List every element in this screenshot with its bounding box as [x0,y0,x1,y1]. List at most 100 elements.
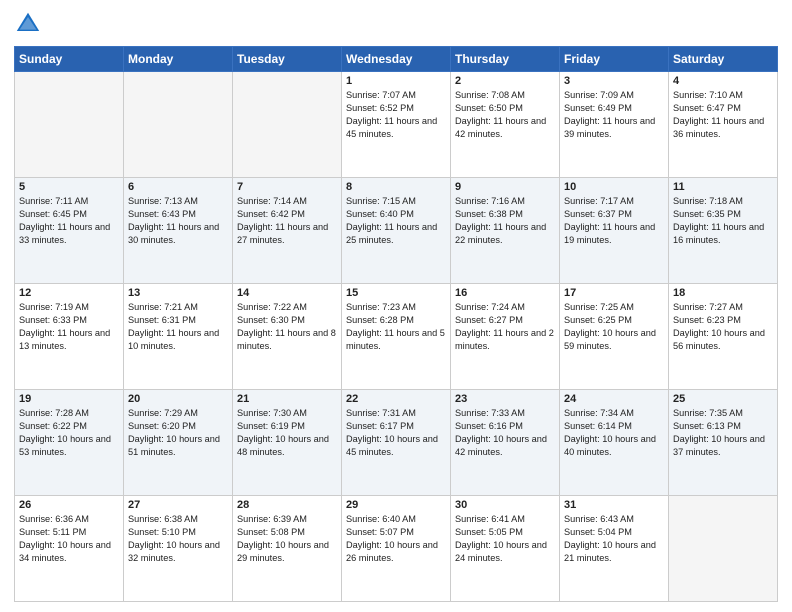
day-info: Sunrise: 7:13 AM Sunset: 6:43 PM Dayligh… [128,195,228,247]
day-number: 12 [19,287,119,299]
day-number: 9 [455,181,555,193]
week-row-1: 1Sunrise: 7:07 AM Sunset: 6:52 PM Daylig… [15,72,778,178]
day-info: Sunrise: 7:09 AM Sunset: 6:49 PM Dayligh… [564,89,664,141]
day-cell-6: 6 Sunrise: 7:13 AM Sunset: 6:43 PM Daylig… [124,178,233,284]
day-number: 29 [346,499,446,511]
day-cell-15: 15 Sunrise: 7:23 AM Sunset: 6:28 PM Dayli… [342,284,451,390]
day-cell-23: 23 Sunrise: 7:33 AM Sunset: 6:16 PM Dayli… [451,390,560,496]
day-cell-18: 18 Sunrise: 7:27 AM Sunset: 6:23 PM Dayli… [669,284,778,390]
day-cell-2: 2Sunrise: 7:08 AM Sunset: 6:50 PM Daylig… [451,72,560,178]
day-cell-30: 30 Sunrise: 6:41 AM Sunset: 5:05 PM Dayli… [451,496,560,602]
day-info: Sunrise: 7:08 AM Sunset: 6:50 PM Dayligh… [455,89,555,141]
day-info: Sunrise: 7:34 AM Sunset: 6:14 PM Dayligh… [564,407,664,459]
day-cell-1: 1Sunrise: 7:07 AM Sunset: 6:52 PM Daylig… [342,72,451,178]
day-cell-31: 31 Sunrise: 6:43 AM Sunset: 5:04 PM Dayli… [560,496,669,602]
day-info: Sunrise: 7:35 AM Sunset: 6:13 PM Dayligh… [673,407,773,459]
day-number: 16 [455,287,555,299]
day-info: Sunrise: 7:27 AM Sunset: 6:23 PM Dayligh… [673,301,773,353]
day-number: 30 [455,499,555,511]
weekday-header-tuesday: Tuesday [233,47,342,72]
day-cell-20: 20 Sunrise: 7:29 AM Sunset: 6:20 PM Dayli… [124,390,233,496]
day-cell-8: 8Sunrise: 7:15 AM Sunset: 6:40 PM Daylig… [342,178,451,284]
day-info: Sunrise: 7:21 AM Sunset: 6:31 PM Dayligh… [128,301,228,353]
day-number: 6 [128,181,228,193]
day-cell-17: 17 Sunrise: 7:25 AM Sunset: 6:25 PM Dayli… [560,284,669,390]
day-number: 4 [673,75,773,87]
day-number: 26 [19,499,119,511]
weekday-header-monday: Monday [124,47,233,72]
day-cell-4: 4 Sunrise: 7:10 AM Sunset: 6:47 PM Daylig… [669,72,778,178]
day-number: 14 [237,287,337,299]
day-info: Sunrise: 7:25 AM Sunset: 6:25 PM Dayligh… [564,301,664,353]
day-info: Sunrise: 7:16 AM Sunset: 6:38 PM Dayligh… [455,195,555,247]
day-cell-3: 3 Sunrise: 7:09 AM Sunset: 6:49 PM Daylig… [560,72,669,178]
week-row-5: 26 Sunrise: 6:36 AM Sunset: 5:11 PM Dayli… [15,496,778,602]
day-cell-22: 22Sunrise: 7:31 AM Sunset: 6:17 PM Dayli… [342,390,451,496]
day-cell-11: 11Sunrise: 7:18 AM Sunset: 6:35 PM Dayli… [669,178,778,284]
empty-cell [669,496,778,602]
weekday-header-saturday: Saturday [669,47,778,72]
day-number: 17 [564,287,664,299]
empty-cell [124,72,233,178]
weekday-header-sunday: Sunday [15,47,124,72]
day-cell-13: 13 Sunrise: 7:21 AM Sunset: 6:31 PM Dayli… [124,284,233,390]
day-info: Sunrise: 7:07 AM Sunset: 6:52 PM Dayligh… [346,89,446,141]
day-info: Sunrise: 6:40 AM Sunset: 5:07 PM Dayligh… [346,513,446,565]
day-info: Sunrise: 6:38 AM Sunset: 5:10 PM Dayligh… [128,513,228,565]
day-cell-12: 12 Sunrise: 7:19 AM Sunset: 6:33 PM Dayli… [15,284,124,390]
weekday-header-row: SundayMondayTuesdayWednesdayThursdayFrid… [15,47,778,72]
day-cell-27: 27 Sunrise: 6:38 AM Sunset: 5:10 PM Dayli… [124,496,233,602]
day-number: 7 [237,181,337,193]
day-number: 25 [673,393,773,405]
day-info: Sunrise: 7:33 AM Sunset: 6:16 PM Dayligh… [455,407,555,459]
page: SundayMondayTuesdayWednesdayThursdayFrid… [0,0,792,612]
day-cell-21: 21Sunrise: 7:30 AM Sunset: 6:19 PM Dayli… [233,390,342,496]
day-number: 18 [673,287,773,299]
day-cell-7: 7 Sunrise: 7:14 AM Sunset: 6:42 PM Daylig… [233,178,342,284]
day-info: Sunrise: 7:14 AM Sunset: 6:42 PM Dayligh… [237,195,337,247]
day-cell-10: 10 Sunrise: 7:17 AM Sunset: 6:37 PM Dayli… [560,178,669,284]
week-row-2: 5 Sunrise: 7:11 AM Sunset: 6:45 PM Daylig… [15,178,778,284]
day-cell-25: 25 Sunrise: 7:35 AM Sunset: 6:13 PM Dayli… [669,390,778,496]
day-info: Sunrise: 7:22 AM Sunset: 6:30 PM Dayligh… [237,301,337,353]
day-number: 13 [128,287,228,299]
day-number: 28 [237,499,337,511]
day-number: 19 [19,393,119,405]
day-cell-5: 5 Sunrise: 7:11 AM Sunset: 6:45 PM Daylig… [15,178,124,284]
logo [14,10,46,38]
day-number: 23 [455,393,555,405]
day-info: Sunrise: 7:11 AM Sunset: 6:45 PM Dayligh… [19,195,119,247]
day-number: 11 [673,181,773,193]
day-info: Sunrise: 6:41 AM Sunset: 5:05 PM Dayligh… [455,513,555,565]
day-info: Sunrise: 7:10 AM Sunset: 6:47 PM Dayligh… [673,89,773,141]
week-row-4: 19Sunrise: 7:28 AM Sunset: 6:22 PM Dayli… [15,390,778,496]
weekday-header-wednesday: Wednesday [342,47,451,72]
day-number: 15 [346,287,446,299]
week-row-3: 12 Sunrise: 7:19 AM Sunset: 6:33 PM Dayli… [15,284,778,390]
day-number: 3 [564,75,664,87]
day-info: Sunrise: 7:29 AM Sunset: 6:20 PM Dayligh… [128,407,228,459]
day-cell-14: 14 Sunrise: 7:22 AM Sunset: 6:30 PM Dayli… [233,284,342,390]
day-number: 27 [128,499,228,511]
day-cell-26: 26 Sunrise: 6:36 AM Sunset: 5:11 PM Dayli… [15,496,124,602]
day-number: 31 [564,499,664,511]
day-number: 5 [19,181,119,193]
day-cell-24: 24 Sunrise: 7:34 AM Sunset: 6:14 PM Dayli… [560,390,669,496]
day-info: Sunrise: 7:19 AM Sunset: 6:33 PM Dayligh… [19,301,119,353]
day-cell-9: 9 Sunrise: 7:16 AM Sunset: 6:38 PM Daylig… [451,178,560,284]
day-info: Sunrise: 7:17 AM Sunset: 6:37 PM Dayligh… [564,195,664,247]
day-info: Sunrise: 7:30 AM Sunset: 6:19 PM Dayligh… [237,407,337,459]
calendar: SundayMondayTuesdayWednesdayThursdayFrid… [14,46,778,602]
day-number: 20 [128,393,228,405]
day-number: 10 [564,181,664,193]
day-info: Sunrise: 6:39 AM Sunset: 5:08 PM Dayligh… [237,513,337,565]
day-number: 8 [346,181,446,193]
day-info: Sunrise: 7:31 AM Sunset: 6:17 PM Dayligh… [346,407,446,459]
day-info: Sunrise: 6:43 AM Sunset: 5:04 PM Dayligh… [564,513,664,565]
header [14,10,778,38]
day-info: Sunrise: 6:36 AM Sunset: 5:11 PM Dayligh… [19,513,119,565]
day-info: Sunrise: 7:23 AM Sunset: 6:28 PM Dayligh… [346,301,446,353]
weekday-header-thursday: Thursday [451,47,560,72]
day-number: 24 [564,393,664,405]
logo-icon [14,10,42,38]
